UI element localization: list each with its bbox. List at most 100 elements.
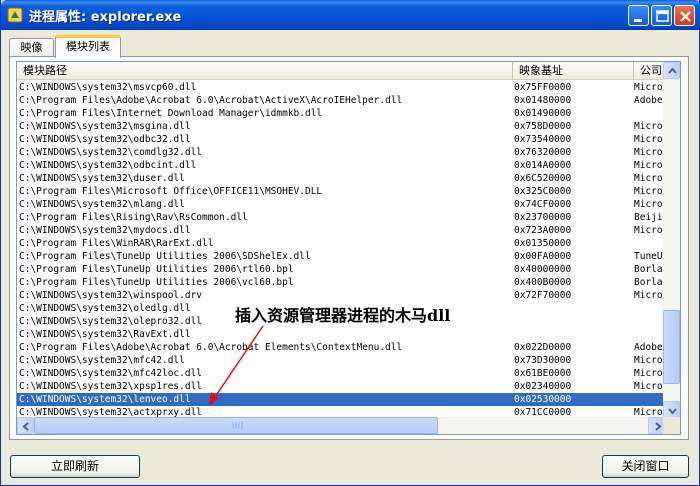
table-row[interactable]: C:\Program Files\Adobe\Acrobat 6.0\Acrob…	[17, 341, 665, 354]
table-row[interactable]: C:\Program Files\Rising\Rav\RsCommon.dll…	[17, 211, 665, 224]
annotation-arrow-icon	[209, 325, 264, 406]
tab-panel: 模块路径 映象基址 公司 C:\WINDOWS\system32\msvcp60…	[9, 56, 689, 440]
close-button[interactable]	[674, 5, 695, 26]
cell-base-address: 0x73D30000	[514, 355, 572, 366]
cell-module-path: C:\Program Files\TuneUp Utilities 2006\v…	[19, 277, 294, 288]
arrow-up-icon	[668, 67, 677, 74]
cell-base-address: 0x01490000	[514, 108, 572, 119]
table-row[interactable]: C:\WINDOWS\system32\odbc32.dll 0x73540000…	[17, 133, 665, 146]
grip-icon	[232, 422, 243, 429]
table-row[interactable]: C:\WINDOWS\system32\msvcp60.dll 0x75FF000…	[17, 81, 665, 94]
cell-base-address: 0x76320000	[514, 147, 572, 158]
cell-company: Micro	[634, 121, 663, 132]
column-header-base[interactable]: 映象基址	[513, 62, 634, 80]
module-list[interactable]: 模块路径 映象基址 公司 C:\WINDOWS\system32\msvcp60…	[16, 61, 681, 435]
cell-company: Micro	[634, 186, 663, 197]
cell-module-path: C:\Program Files\WinRAR\RarExt.dll	[19, 238, 214, 249]
scroll-up-button[interactable]	[663, 62, 680, 79]
tab-image[interactable]: 映像	[9, 38, 54, 57]
cell-module-path: C:\WINDOWS\system32\mydocs.dll	[19, 225, 191, 236]
horizontal-scrollbar[interactable]	[17, 417, 665, 434]
table-row[interactable]: C:\Program Files\Adobe\Acrobat 6.0\Acrob…	[17, 94, 665, 107]
table-row[interactable]: C:\WINDOWS\system32\RavExt.dll	[17, 328, 665, 341]
cell-company: Micro	[634, 199, 663, 210]
cell-base-address: 0x758D0000	[514, 121, 572, 132]
cell-company: Micro	[634, 147, 663, 158]
cell-base-address: 0x014A0000	[514, 160, 572, 171]
table-row[interactable]: C:\WINDOWS\system32\odbcint.dll 0x014A000…	[17, 159, 665, 172]
cell-module-path: C:\WINDOWS\system32\odbc32.dll	[19, 134, 191, 145]
scroll-corner	[663, 417, 680, 434]
vertical-scrollbar[interactable]	[663, 62, 680, 418]
cell-base-address: 0x23700000	[514, 212, 572, 223]
table-row[interactable]: C:\WINDOWS\system32\winspool.drv 0x72F700…	[17, 289, 665, 302]
cell-module-path: C:\Program Files\Microsoft Office\OFFICE…	[19, 186, 323, 197]
process-properties-window: 进程属性: explorer.exe 映像 模块列表 模块路径 映象基址 公司 …	[0, 0, 700, 486]
arrow-left-icon	[22, 422, 29, 431]
table-row-selected[interactable]: C:\WINDOWS\system32\lenveo.dll 0x02530000	[17, 393, 665, 406]
cell-base-address: 0x72F70000	[514, 290, 572, 301]
table-row[interactable]: C:\Program Files\WinRAR\RarExt.dll 0x0135…	[17, 237, 665, 250]
title-bar[interactable]: 进程属性: explorer.exe	[1, 0, 700, 30]
cell-module-path: C:\Program Files\Adobe\Acrobat 6.0\Acrob…	[19, 95, 403, 106]
table-row[interactable]: C:\Program Files\TuneUp Utilities 2006\r…	[17, 263, 665, 276]
table-row[interactable]: C:\WINDOWS\system32\mfc42.dll 0x73D30000 M…	[17, 354, 665, 367]
cell-base-address: 0x61BE0000	[514, 368, 572, 379]
cell-company: Micro	[634, 381, 663, 392]
cell-base-address: 0x73540000	[514, 134, 572, 145]
close-icon	[680, 11, 691, 22]
cell-base-address: 0x02530000	[514, 394, 572, 405]
cell-company: Borla	[634, 277, 663, 288]
table-row[interactable]: C:\Program Files\TuneUp Utilities 2006\v…	[17, 276, 665, 289]
cell-base-address: 0x6C520000	[514, 173, 572, 184]
minimize-button[interactable]	[628, 5, 649, 26]
app-icon	[7, 7, 23, 23]
vertical-scroll-thumb[interactable]	[663, 310, 680, 384]
cell-base-address: 0x400B0000	[514, 277, 572, 288]
cell-base-address: 0x325C0000	[514, 186, 572, 197]
refresh-button[interactable]: 立即刷新	[10, 455, 140, 478]
cell-base-address: 0x01350000	[514, 238, 572, 249]
cell-base-address: 0x022D0000	[514, 342, 572, 353]
table-row[interactable]: C:\WINDOWS\system32\mydocs.dll 0x723A0000…	[17, 224, 665, 237]
maximize-icon	[656, 10, 669, 22]
list-header: 模块路径 映象基址 公司	[17, 62, 665, 80]
window-title: 进程属性: explorer.exe	[29, 10, 182, 25]
cell-base-address: 0x40000000	[514, 264, 572, 275]
table-row[interactable]: C:\WINDOWS\system32\mlang.dll 0x74CF0000 M…	[17, 198, 665, 211]
minimize-icon	[634, 19, 642, 22]
cell-company: Micro	[634, 134, 663, 145]
table-row[interactable]: C:\Program Files\TuneUp Utilities 2006\S…	[17, 250, 665, 263]
table-row[interactable]: C:\Program Files\Microsoft Office\OFFICE…	[17, 185, 665, 198]
horizontal-scroll-thumb[interactable]	[34, 417, 438, 434]
cell-module-path: C:\WINDOWS\system32\odbcint.dll	[19, 160, 197, 171]
column-header-path[interactable]: 模块路径	[17, 62, 513, 80]
table-row[interactable]: C:\WINDOWS\system32\mfc42loc.dll 0x61BE00…	[17, 367, 665, 380]
scroll-left-button[interactable]	[17, 417, 34, 434]
table-row[interactable]: C:\WINDOWS\system32\msgina.dll 0x758D0000…	[17, 120, 665, 133]
cell-company: Micro	[634, 82, 663, 93]
table-row[interactable]: C:\WINDOWS\system32\xpsp1res.dll 0x023400…	[17, 380, 665, 393]
maximize-button[interactable]	[651, 5, 672, 26]
cell-module-path: C:\Program Files\Internet Download Manag…	[19, 108, 323, 119]
table-row[interactable]: C:\Program Files\Internet Download Manag…	[17, 107, 665, 120]
table-row[interactable]: C:\WINDOWS\system32\comdlg32.dll 0x763200…	[17, 146, 665, 159]
close-window-button[interactable]: 关闭窗口	[602, 455, 689, 478]
cell-company: Adobe	[634, 95, 663, 106]
cell-module-path: C:\Program Files\TuneUp Utilities 2006\S…	[19, 251, 311, 262]
table-row[interactable]: C:\WINDOWS\system32\duser.dll 0x6C520000 M…	[17, 172, 665, 185]
cell-company: Micro	[634, 355, 663, 366]
cell-company: Adobe	[634, 342, 663, 353]
cell-company: Beiji	[634, 212, 663, 223]
cell-company: Micro	[634, 368, 663, 379]
cell-company: Micro	[634, 160, 663, 171]
cell-base-address: 0x00FA0000	[514, 251, 572, 262]
scroll-down-button[interactable]	[663, 401, 680, 418]
tab-module-list[interactable]: 模块列表	[55, 35, 121, 58]
cell-base-address: 0x01480000	[514, 95, 572, 106]
cell-base-address: 0x02340000	[514, 381, 572, 392]
cell-company: TuneU	[634, 251, 663, 262]
column-header-company[interactable]: 公司	[634, 62, 665, 80]
cell-base-address: 0x74CF0000	[514, 199, 572, 210]
cell-company: Micro	[634, 225, 663, 236]
